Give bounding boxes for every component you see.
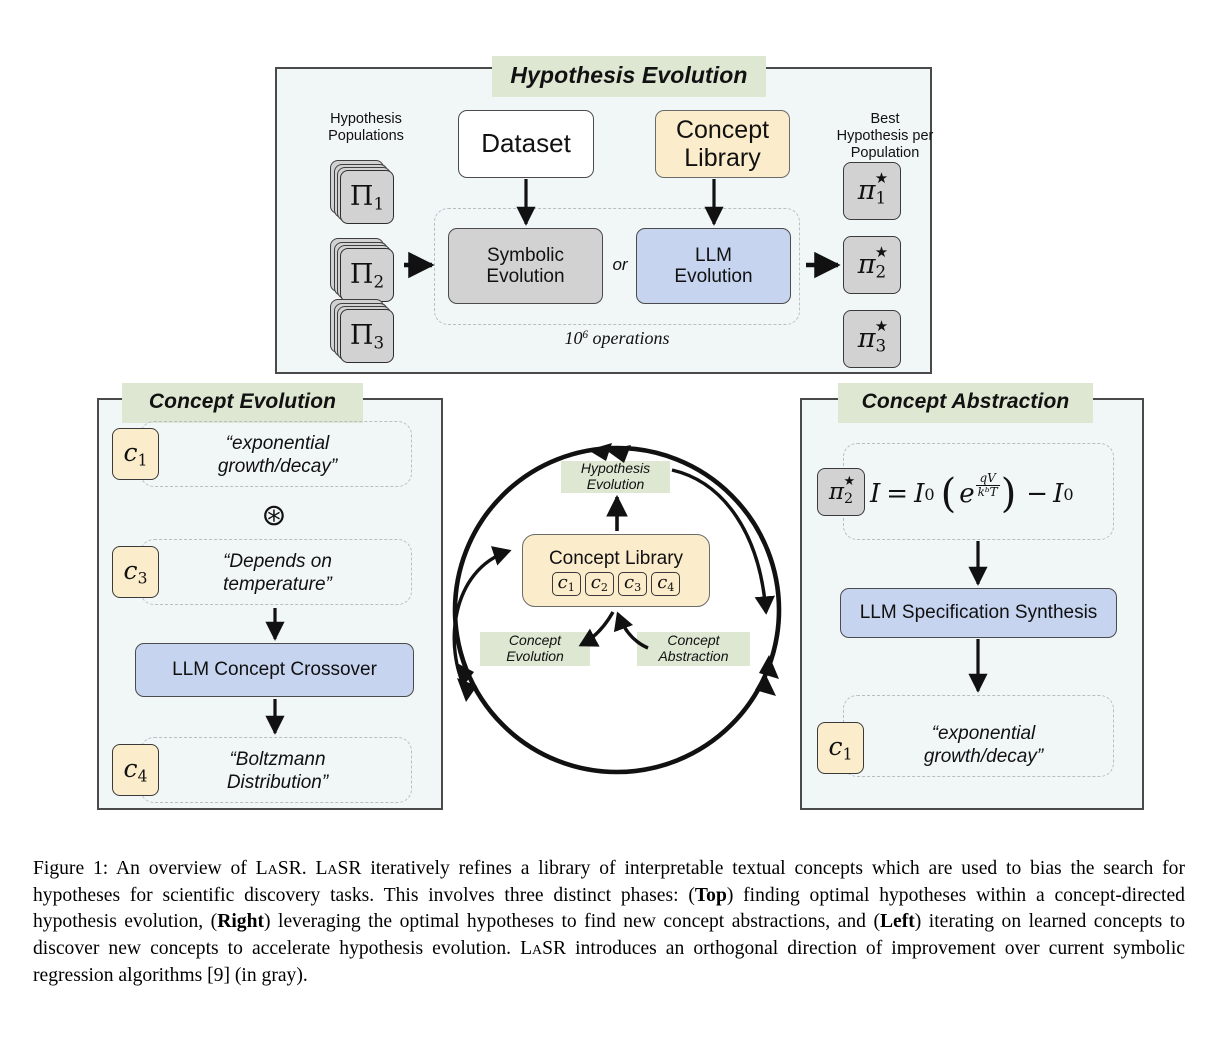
equation-i0b: I (1053, 479, 1064, 509)
concept-library-box-top[interactable]: Concept Library (655, 110, 790, 178)
concept-index-c1-left: 1 (137, 451, 148, 470)
equation-equals: = (886, 479, 909, 509)
caption-seg-2: . (301, 858, 316, 879)
concept-library-box-center: Concept Library c1 c2 c3 c4 (522, 534, 710, 607)
best-hypothesis-index-1: 1 (875, 187, 887, 208)
equation-lhs: I (870, 479, 881, 509)
concept-token-c1-right: c1 (817, 722, 864, 774)
caption-lasr-1: LaSR (255, 858, 302, 879)
concept-library-token-c3: c3 (618, 572, 648, 596)
hypothesis-population-face-3: Π3 (340, 309, 394, 363)
best-hypothesis-token-3: π3 ★ (843, 310, 901, 368)
caption-seg-5: ) leveraging the optimal hypotheses to f… (264, 911, 880, 933)
caption-bold-right: Right (217, 911, 265, 933)
cycle-arrowhead-top-a (588, 443, 612, 461)
hypothesis-population-face-1: Π1 (340, 170, 394, 224)
equation-frac-den: kᵇT (977, 484, 998, 499)
concept-text-c1-left: “exponential growth/decay” (217, 433, 338, 477)
cycle-tag-concept-abstraction: Concept Abstraction (637, 632, 750, 666)
equation-i0b-sub: 0 (1063, 484, 1074, 504)
cycle-arrowhead-left-a (455, 662, 474, 688)
caption-bold-left: Left (879, 911, 915, 933)
concept-library-center-title: Concept Library (548, 548, 684, 570)
concept-index-c1-right: 1 (842, 745, 853, 764)
curve-left-to-library (452, 546, 512, 691)
caption-lasr-2: LaSR (315, 858, 362, 879)
dataset-box[interactable]: Dataset (458, 110, 594, 178)
hypothesis-population-face-2: Π2 (340, 248, 394, 302)
best-hypothesis-token-input: π2 ★ (817, 468, 865, 516)
operations-label: 106 operations (564, 328, 670, 348)
llm-concept-crossover-box[interactable]: LLM Concept Crossover (135, 643, 414, 697)
concept-index-c4-left: 4 (137, 767, 148, 786)
cycle-tag-hypothesis-evolution: Hypothesis Evolution (561, 460, 670, 493)
caption-seg-1: Figure 1: An overview of (33, 858, 256, 879)
cycle-arrowhead-left-b (457, 678, 477, 702)
figure-caption: Figure 1: An overview of LaSR. LaSR iter… (33, 856, 1185, 990)
equation-i0a-sub: 0 (924, 484, 935, 504)
caption-bold-top: Top (694, 884, 727, 906)
hypothesis-population-stack-3: Π3 (330, 299, 402, 371)
llm-specification-synthesis-box[interactable]: LLM Specification Synthesis (840, 588, 1117, 638)
panel-title-concept-evolution: Concept Evolution (122, 383, 363, 423)
or-label: or (612, 255, 628, 274)
concept-library-token-c1: c1 (551, 572, 581, 596)
concept-text-c3-left: “Depends on temperature” (223, 551, 332, 595)
panel-title-concept-abstraction: Concept Abstraction (838, 383, 1093, 423)
concept-library-token-c4: c4 (651, 572, 681, 596)
equation-frac-num: qV (975, 471, 1000, 486)
concept-token-c4-left: c4 (112, 744, 159, 796)
label-hypothesis-populations: Hypothesis Populations (328, 111, 404, 145)
llm-evolution-box[interactable]: LLM Evolution (636, 228, 791, 304)
best-hypothesis-token-1: π1 ★ (843, 162, 901, 220)
population-index-3: 3 (373, 332, 385, 353)
concept-token-c3-left: c3 (112, 546, 159, 598)
concept-text-c1-right: “exponential growth/decay” (923, 723, 1044, 767)
best-hypothesis-token-2: π2 ★ (843, 236, 901, 294)
equation-e: e (959, 479, 975, 509)
cycle-outer-circle (452, 445, 782, 775)
concept-text-c4-left: “Boltzmann Distribution” (226, 749, 329, 793)
hypothesis-population-stack-1: Π1 (330, 160, 402, 232)
concept-index-c3-left: 3 (137, 569, 148, 588)
population-index-2: 2 (373, 271, 385, 292)
hypothesis-equation: I = I0 ( e qV kᵇT ) − I0 (870, 470, 1074, 517)
caption-lasr-3: LaSR (520, 938, 567, 960)
population-index-1: 1 (373, 193, 385, 214)
equation-i0a: I (914, 479, 925, 509)
label-best-hypothesis-per-population: Best Hypothesis per Population (836, 111, 934, 162)
equation-minus: − (1026, 479, 1049, 509)
panel-title-hypothesis-evolution: Hypothesis Evolution (492, 56, 766, 97)
symbolic-evolution-box[interactable]: Symbolic Evolution (448, 228, 603, 304)
best-hypothesis-index-3: 3 (875, 335, 887, 356)
concept-library-token-row: c1 c2 c3 c4 (551, 572, 681, 596)
cycle-tag-concept-evolution: Concept Evolution (480, 632, 590, 666)
concept-library-token-c2: c2 (584, 572, 614, 596)
crossover-operator-icon: ⊛ (261, 499, 287, 532)
cycle-arrowhead-right-a (759, 655, 779, 679)
cycle-arrowhead-right-b (755, 673, 776, 696)
figure-root: Hypothesis Evolution Hypothesis Populati… (0, 0, 1218, 1038)
best-hypothesis-input-index: 2 (844, 490, 854, 507)
best-hypothesis-index-2: 2 (875, 261, 887, 282)
concept-token-c1-left: c1 (112, 428, 159, 480)
